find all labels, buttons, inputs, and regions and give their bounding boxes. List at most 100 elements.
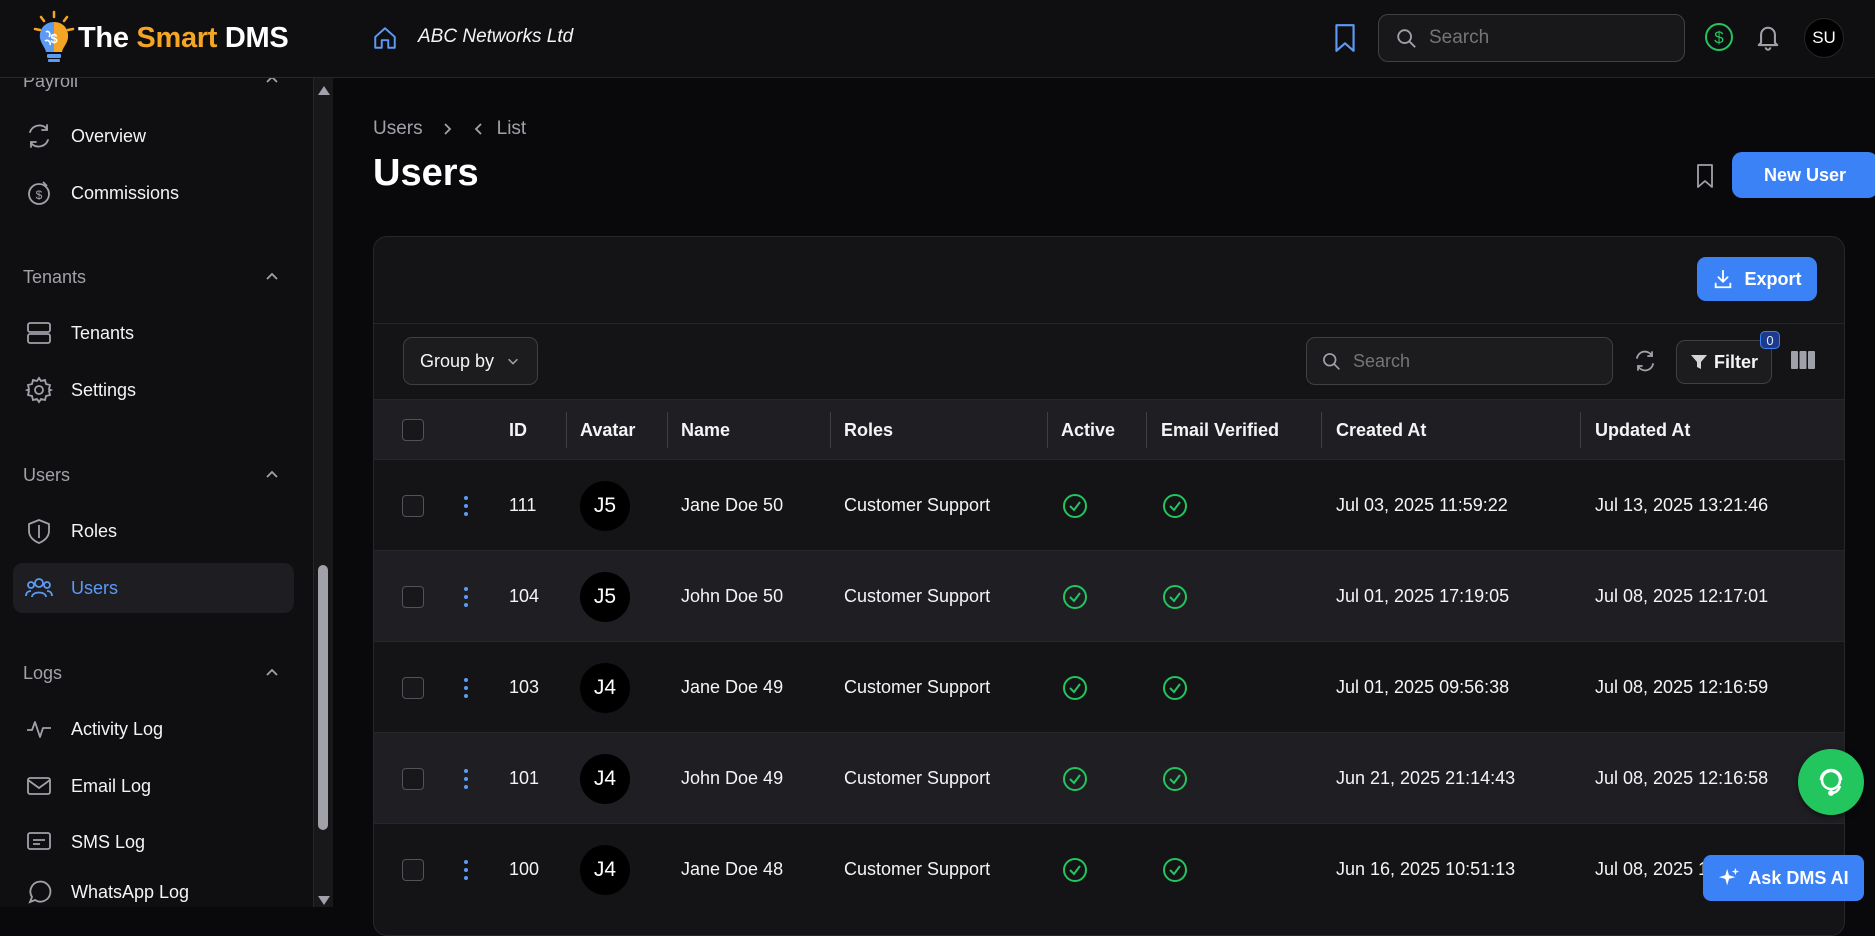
column-header-name[interactable]: Name bbox=[681, 400, 730, 460]
column-header-created-at[interactable]: Created At bbox=[1336, 400, 1426, 460]
home-icon[interactable] bbox=[372, 25, 398, 51]
cell-role: Customer Support bbox=[844, 495, 991, 515]
page-title: Users bbox=[373, 152, 479, 194]
sidebar-item-label: WhatsApp Log bbox=[71, 881, 190, 902]
more-vertical-icon[interactable] bbox=[464, 495, 468, 516]
more-vertical-icon[interactable] bbox=[464, 859, 468, 880]
row-checkbox[interactable] bbox=[402, 585, 424, 608]
avatar[interactable]: J4 bbox=[580, 753, 630, 804]
columns-icon[interactable] bbox=[1790, 349, 1816, 371]
users-icon bbox=[25, 578, 53, 598]
cell-id: 100 bbox=[509, 859, 540, 879]
scroll-down-arrow-icon[interactable] bbox=[318, 896, 330, 905]
avatar[interactable]: J5 bbox=[580, 480, 630, 531]
avatar[interactable]: J4 bbox=[580, 662, 630, 713]
table-row[interactable]: 101 J4 John Doe 49 Customer Support Jun … bbox=[374, 732, 1844, 823]
refresh-cycle-icon bbox=[29, 124, 49, 148]
ask-ai-button[interactable]: Ask DMS AI bbox=[1703, 855, 1864, 901]
chevron-up-icon[interactable] bbox=[264, 467, 280, 483]
sidebar-item-tenants[interactable]: Tenants bbox=[13, 308, 294, 358]
more-vertical-icon[interactable] bbox=[464, 677, 468, 698]
sidebar-group-tenants[interactable]: Tenants bbox=[23, 267, 86, 288]
whatsapp-icon bbox=[28, 880, 52, 904]
bookmark-icon[interactable] bbox=[1694, 163, 1716, 189]
refresh-icon[interactable] bbox=[1633, 349, 1657, 373]
app-logo[interactable]: $ The Smart DMS bbox=[32, 8, 289, 68]
sidebar-item-whatsapp-log[interactable]: WhatsApp Log bbox=[13, 867, 294, 907]
sidebar-item-email-log[interactable]: Email Log bbox=[13, 761, 294, 811]
table-row[interactable]: 103 J4 Jane Doe 49 Customer Support Jul … bbox=[374, 641, 1844, 733]
column-header-active[interactable]: Active bbox=[1061, 400, 1115, 460]
chevron-up-icon[interactable] bbox=[264, 665, 280, 681]
row-checkbox[interactable] bbox=[402, 676, 424, 699]
sidebar-group-payroll[interactable]: Payroll bbox=[23, 78, 78, 92]
active-cell bbox=[1062, 824, 1088, 915]
export-button[interactable]: Export bbox=[1697, 257, 1817, 301]
avatar[interactable]: J4 bbox=[580, 844, 630, 895]
sidebar-item-roles[interactable]: Roles bbox=[13, 506, 294, 556]
headset-icon bbox=[1819, 768, 1843, 796]
scrollbar-thumb[interactable] bbox=[318, 565, 328, 830]
chevron-down-icon bbox=[508, 358, 518, 365]
column-separator bbox=[667, 412, 668, 448]
scroll-up-arrow-icon[interactable] bbox=[318, 86, 330, 95]
sidebar-group-logs[interactable]: Logs bbox=[23, 663, 62, 684]
breadcrumb-list[interactable]: List bbox=[497, 118, 527, 140]
sidebar-group-users[interactable]: Users bbox=[23, 465, 70, 486]
sidebar-item-users[interactable]: Users bbox=[13, 563, 294, 613]
table-search[interactable] bbox=[1306, 337, 1613, 385]
active-cell bbox=[1062, 642, 1088, 733]
row-checkbox[interactable] bbox=[402, 767, 424, 790]
sidebar-item-overview[interactable]: Overview bbox=[13, 111, 294, 161]
row-actions-cell bbox=[464, 460, 468, 551]
avatar[interactable]: J5 bbox=[580, 571, 630, 622]
select-all-cell bbox=[402, 400, 424, 460]
user-avatar[interactable]: SU bbox=[1804, 18, 1844, 58]
more-vertical-icon[interactable] bbox=[464, 768, 468, 789]
new-user-button[interactable]: New User bbox=[1732, 152, 1875, 198]
sidebar-scrollbar[interactable] bbox=[313, 78, 333, 907]
download-icon bbox=[1715, 269, 1732, 289]
verified-cell bbox=[1162, 551, 1188, 642]
company-name[interactable]: ABC Networks Ltd bbox=[418, 26, 573, 48]
group-by-dropdown[interactable]: Group by bbox=[403, 337, 538, 385]
column-header-id[interactable]: ID bbox=[509, 400, 527, 460]
cell-role: Customer Support bbox=[844, 677, 991, 697]
row-select-cell bbox=[402, 460, 424, 551]
cell-name: John Doe 50 bbox=[681, 586, 784, 606]
chevron-up-icon[interactable] bbox=[264, 78, 280, 88]
users-table-panel: Export Group by Filter 0 ID Avatar Name … bbox=[373, 236, 1845, 936]
app-name-part2: Smart bbox=[136, 21, 218, 54]
global-search-input[interactable] bbox=[1429, 27, 1669, 49]
bookmark-icon[interactable] bbox=[1332, 23, 1358, 53]
table-row[interactable]: 104 J5 John Doe 50 Customer Support Jul … bbox=[374, 550, 1844, 642]
sidebar-item-settings[interactable]: Settings bbox=[13, 365, 294, 415]
column-header-updated-at[interactable]: Updated At bbox=[1595, 400, 1690, 460]
more-vertical-icon[interactable] bbox=[464, 586, 468, 607]
global-search[interactable] bbox=[1378, 14, 1685, 62]
dollar-icon[interactable]: $ bbox=[1704, 22, 1734, 52]
select-all-checkbox[interactable] bbox=[402, 419, 424, 441]
column-header-avatar[interactable]: Avatar bbox=[580, 400, 635, 460]
table-search-input[interactable] bbox=[1353, 350, 1593, 372]
sidebar-item-label: Activity Log bbox=[71, 718, 164, 739]
column-header-roles[interactable]: Roles bbox=[844, 400, 893, 460]
table-row[interactable]: 100 J4 Jane Doe 48 Customer Support Jun … bbox=[374, 823, 1844, 915]
filter-button[interactable]: Filter bbox=[1676, 340, 1772, 384]
sidebar-item-commissions[interactable]: $ Commissions bbox=[13, 168, 294, 218]
column-header-email-verified[interactable]: Email Verified bbox=[1161, 400, 1279, 460]
sidebar-item-activity-log[interactable]: Activity Log bbox=[13, 704, 294, 754]
sidebar-item-sms-log[interactable]: SMS Log bbox=[13, 817, 294, 867]
row-checkbox[interactable] bbox=[402, 858, 424, 881]
breadcrumb-users[interactable]: Users bbox=[373, 118, 423, 140]
row-checkbox[interactable] bbox=[402, 494, 424, 517]
chevron-up-icon[interactable] bbox=[264, 269, 280, 285]
breadcrumb: Users List bbox=[373, 118, 526, 140]
column-separator bbox=[566, 412, 567, 448]
support-chat-button[interactable] bbox=[1798, 749, 1864, 815]
check-circle-icon bbox=[1063, 675, 1087, 700]
cell-name: Jane Doe 50 bbox=[681, 495, 784, 515]
bell-icon[interactable] bbox=[1754, 22, 1782, 52]
check-circle-icon bbox=[1163, 493, 1187, 518]
table-row[interactable]: 111 J5 Jane Doe 50 Customer Support Jul … bbox=[374, 459, 1844, 551]
